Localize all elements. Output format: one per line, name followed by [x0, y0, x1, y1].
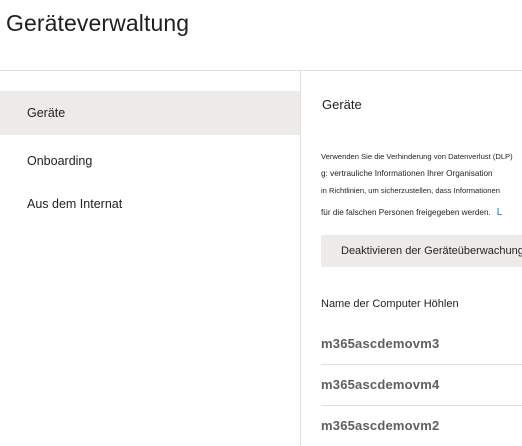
device-name-cell: m365ascdemovm4: [321, 377, 440, 392]
nav-item-label: Geräte: [27, 106, 66, 120]
device-name-cell: m365ascdemovm2: [321, 418, 440, 433]
device-name-cell: m365ascdemovm3: [321, 336, 440, 351]
table-row[interactable]: m365ascdemovm3: [301, 324, 522, 365]
pane-title: Geräte: [322, 97, 362, 112]
nav-item-offboarding[interactable]: Aus dem Internat: [0, 182, 300, 226]
description-line-4-text: für die falschen Personen freigegeben we…: [321, 208, 491, 217]
column-header-computer-name[interactable]: Name der Computer Höhlen: [321, 298, 459, 310]
nav-item-label: Aus dem Internat: [27, 197, 123, 211]
nav-item-label: Onboarding: [27, 154, 93, 168]
device-management-page: Geräteverwaltung Geräte Onboarding Aus d…: [0, 0, 522, 446]
nav-item-onboarding[interactable]: Onboarding: [0, 139, 300, 183]
nav-item-devices[interactable]: Geräte: [0, 91, 300, 135]
disable-device-monitoring-button[interactable]: Deaktivieren der Geräteüberwachung: [321, 235, 522, 267]
learn-more-link[interactable]: L: [497, 207, 503, 218]
description-line-1: Verwenden Sie die Verhinderung von Daten…: [321, 152, 513, 161]
side-navigation: Geräte Onboarding Aus dem Internat: [0, 71, 300, 446]
description-line-4: für die falschen Personen freigegeben we…: [321, 208, 502, 218]
description-line-3: in Richtlinien, um sicherzustellen, dass…: [321, 186, 500, 195]
devices-pane: Geräte Verwenden Sie die Verhinderung vo…: [301, 71, 522, 446]
table-row[interactable]: m365ascdemovm2: [301, 406, 522, 446]
page-title: Geräteverwaltung: [6, 10, 190, 36]
description-line-2: g: vertrauliche Informationen Ihrer Orga…: [321, 169, 493, 178]
table-row[interactable]: m365ascdemovm4: [301, 365, 522, 406]
